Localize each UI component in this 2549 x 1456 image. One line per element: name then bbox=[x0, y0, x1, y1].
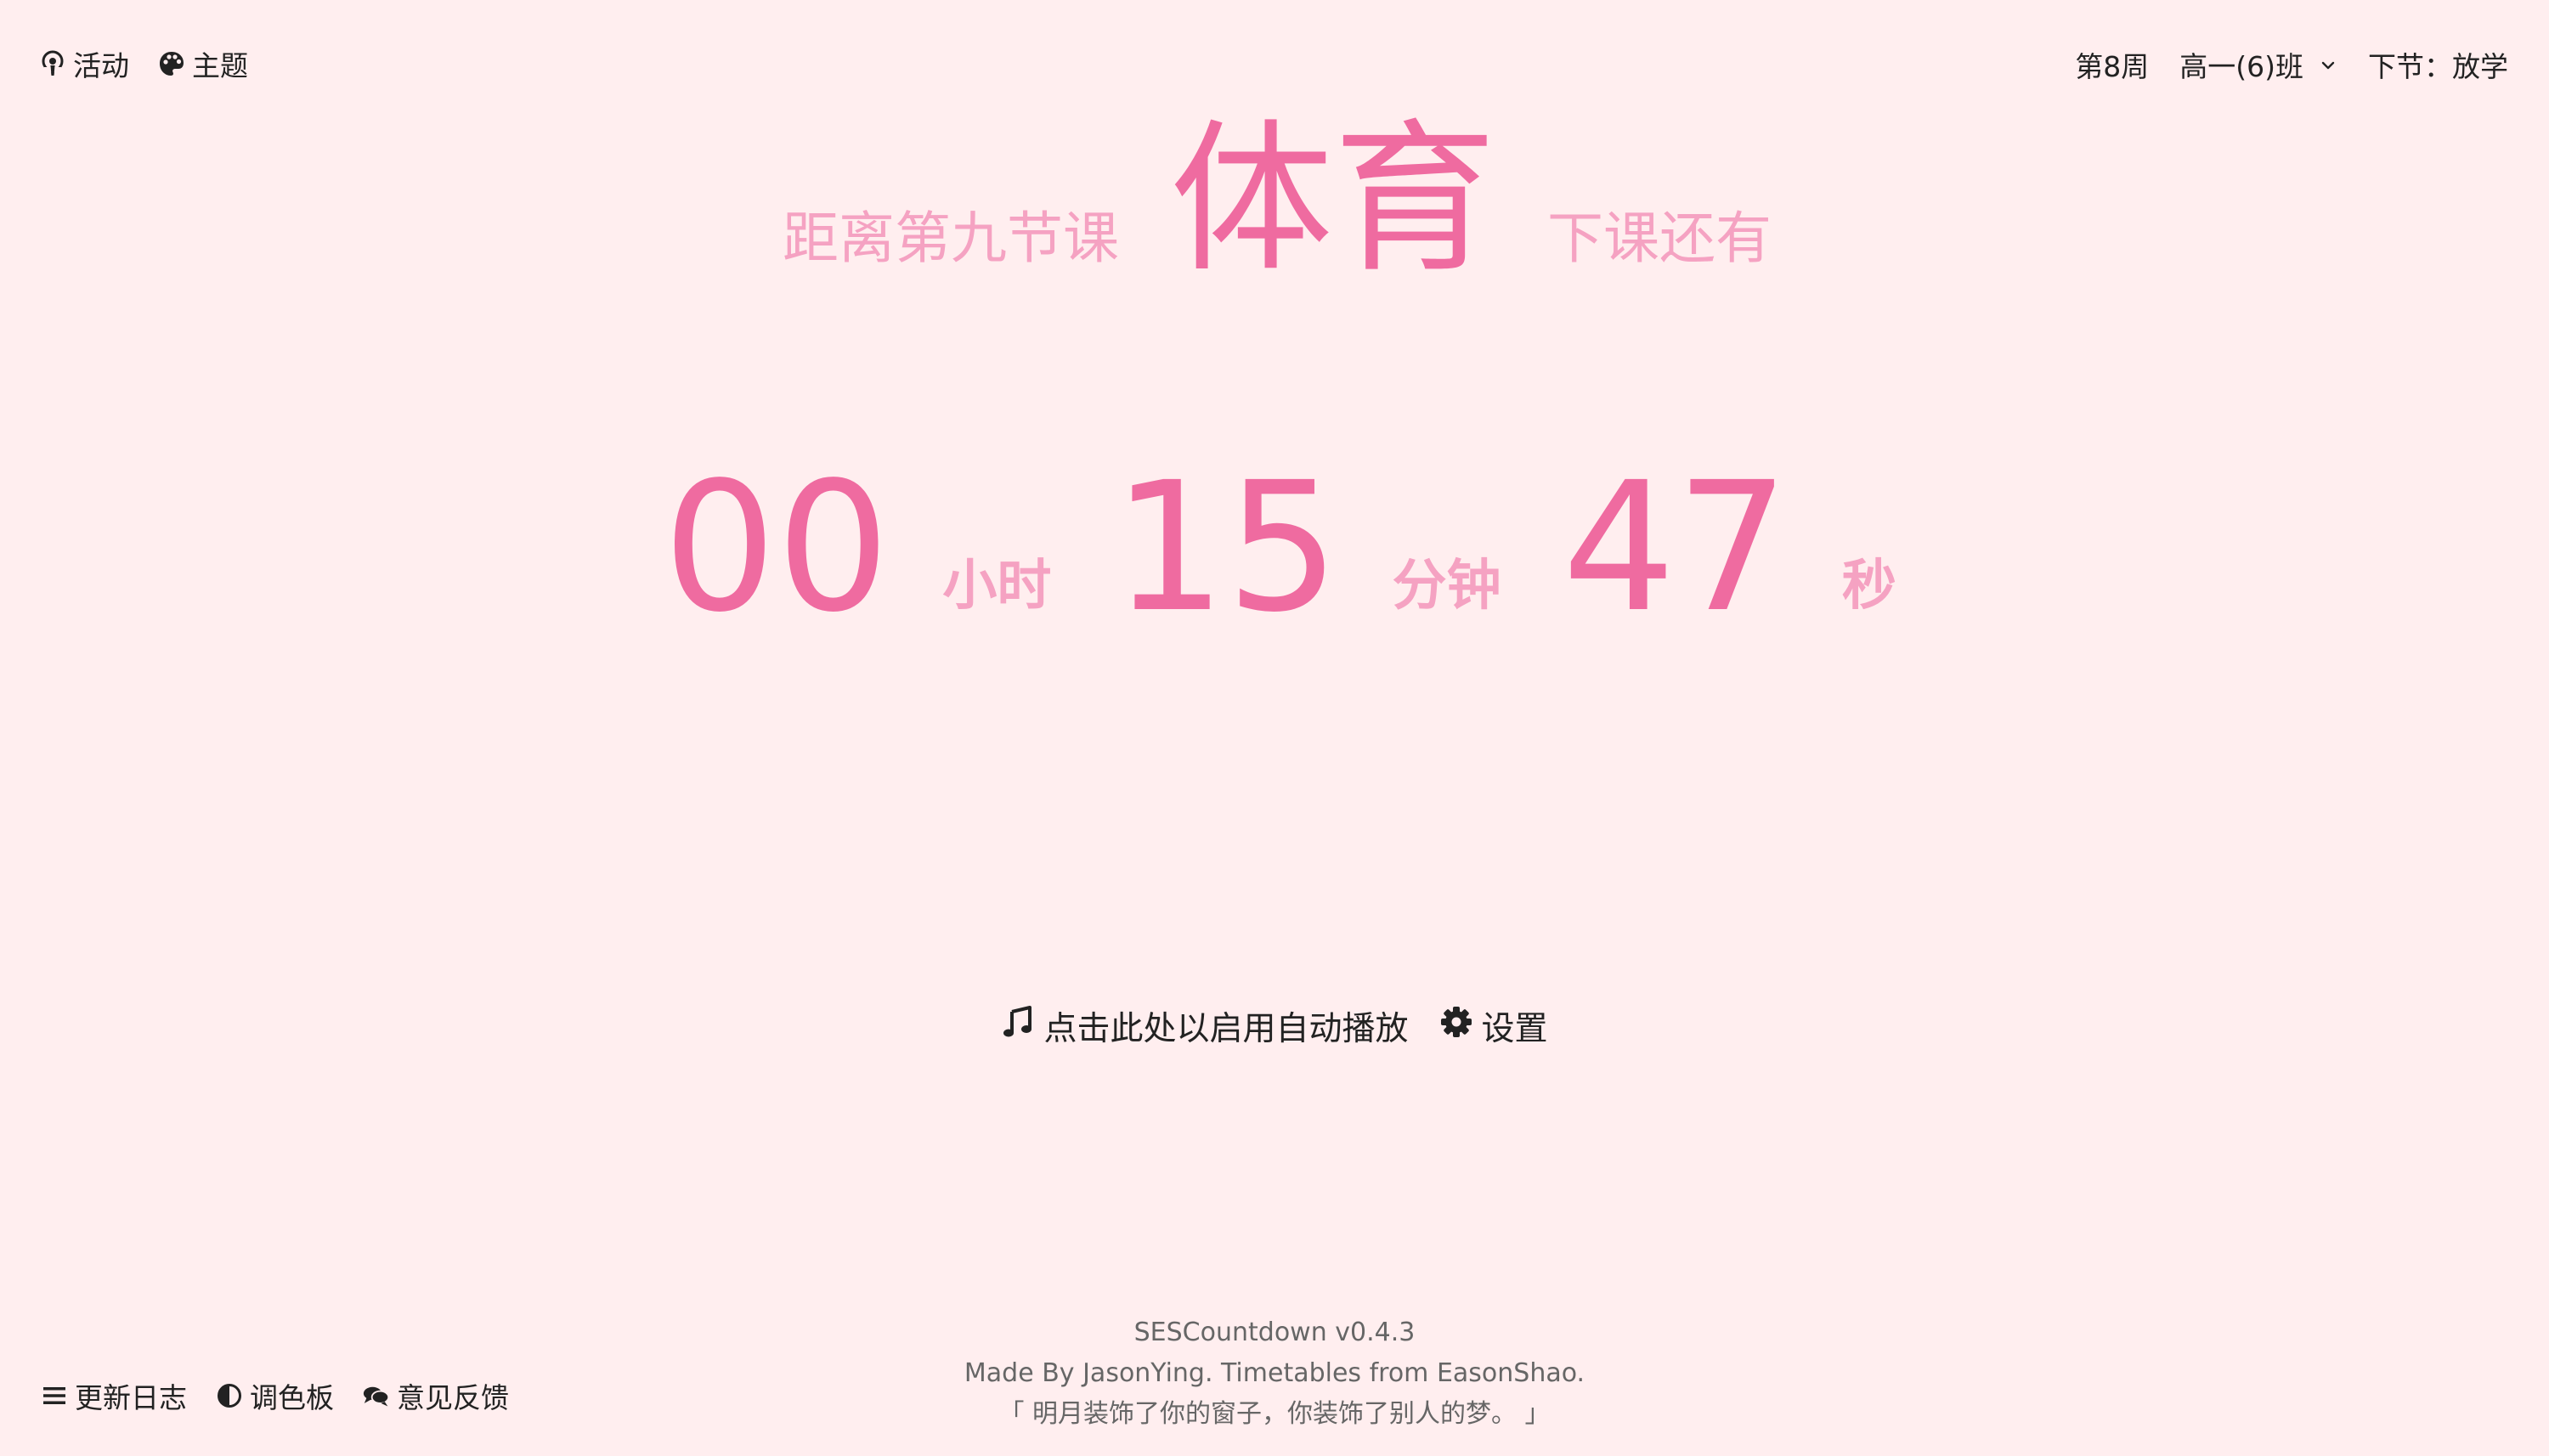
autoplay-button[interactable]: 点击此处以启用自动播放 bbox=[1001, 1002, 1409, 1050]
bars-icon bbox=[41, 1382, 68, 1409]
headline: 距离第九节课 体育 下课还有 bbox=[0, 110, 2549, 297]
footer-links: 更新日志 调色板 意见反馈 bbox=[41, 1376, 509, 1415]
action-bar: 点击此处以启用自动播放 设置 bbox=[0, 1002, 2549, 1050]
headline-suffix: 下课还有 bbox=[1547, 206, 1772, 271]
music-icon bbox=[1001, 1005, 1035, 1047]
minutes-value: 15 bbox=[1112, 443, 1340, 652]
theme-label: 主题 bbox=[192, 49, 248, 82]
week-indicator: 第8周 bbox=[2075, 50, 2150, 83]
hours-value: 00 bbox=[663, 443, 890, 652]
seconds-unit: 秒 bbox=[1841, 555, 1896, 618]
half-circle-icon bbox=[216, 1382, 243, 1409]
autoplay-label: 点击此处以启用自动播放 bbox=[1043, 1010, 1409, 1048]
activity-link[interactable]: 活动 bbox=[39, 44, 129, 83]
app-version: SESCountdown v0.4.3 bbox=[1133, 1318, 1416, 1347]
palette-icon bbox=[158, 50, 185, 77]
countdown-minutes: 15 分钟 bbox=[1112, 459, 1562, 637]
feedback-link[interactable]: 意见反馈 bbox=[363, 1376, 509, 1415]
changelog-label: 更新日志 bbox=[75, 1381, 187, 1414]
countdown-timer: 00 小时 15 分钟 47 秒 bbox=[0, 442, 2549, 637]
comments-icon bbox=[363, 1382, 390, 1409]
gear-icon bbox=[1439, 1005, 1473, 1047]
class-select-value: 高一(6)班 bbox=[2179, 50, 2303, 83]
changelog-link[interactable]: 更新日志 bbox=[41, 1376, 187, 1415]
theme-link[interactable]: 主题 bbox=[158, 44, 248, 83]
countdown-seconds: 47 秒 bbox=[1563, 459, 1896, 637]
chevron-down-icon bbox=[2319, 48, 2337, 82]
next-class-label: 下节：放学 bbox=[2368, 50, 2508, 83]
minutes-unit: 分钟 bbox=[1392, 555, 1501, 618]
seconds-value: 47 bbox=[1562, 443, 1789, 652]
settings-button[interactable]: 设置 bbox=[1439, 1002, 1548, 1050]
hours-unit: 小时 bbox=[942, 555, 1052, 618]
palette-link[interactable]: 调色板 bbox=[216, 1376, 334, 1415]
feedback-label: 意见反馈 bbox=[397, 1381, 509, 1414]
palette-label: 调色板 bbox=[250, 1381, 334, 1414]
top-right-nav: 第8周 高一(6)班 下节：放学 bbox=[2075, 44, 2508, 85]
footer-info: SESCountdown v0.4.3 Made By JasonYing. T… bbox=[0, 1312, 2549, 1435]
countdown-hours: 00 小时 bbox=[663, 459, 1112, 637]
settings-label: 设置 bbox=[1481, 1010, 1548, 1048]
class-select[interactable]: 高一(6)班 bbox=[2179, 44, 2337, 85]
current-subject: 体育 bbox=[1170, 105, 1496, 295]
podcast-icon bbox=[39, 50, 66, 77]
headline-prefix: 距离第九节课 bbox=[783, 206, 1119, 271]
activity-label: 活动 bbox=[73, 49, 129, 82]
top-left-nav: 活动 主题 bbox=[39, 44, 248, 83]
